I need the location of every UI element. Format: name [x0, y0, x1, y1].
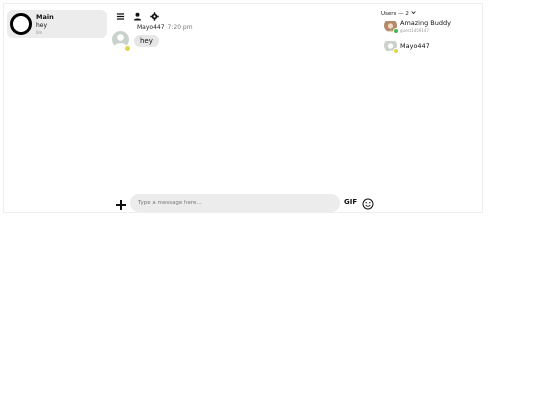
status-dot — [124, 45, 131, 52]
toolbar — [115, 10, 160, 22]
users-header-label: Users — 2 — [381, 10, 409, 17]
user-icon[interactable] — [132, 11, 143, 22]
chat-app: Main hey 0m Mayo447 7:20 pm hey Users — 2 — [3, 3, 483, 213]
users-header[interactable]: Users — 2 — [381, 10, 416, 17]
conversation-time: 0m — [36, 30, 43, 35]
conversation-preview: hey — [36, 22, 48, 29]
status-dot — [393, 28, 399, 34]
gif-button[interactable]: GIF — [344, 198, 357, 206]
status-dot — [393, 48, 399, 54]
message-input[interactable] — [130, 194, 340, 212]
user-list-item[interactable]: Mayo447 — [384, 38, 479, 54]
conversation-title: Main — [36, 13, 54, 21]
user-list-item[interactable]: Amazing Buddy guest1459147 — [384, 18, 479, 34]
message-author[interactable]: Mayo447 — [137, 24, 165, 31]
conversation-item-main[interactable]: Main hey 0m — [7, 10, 107, 38]
conversation-avatar — [10, 13, 32, 35]
emoji-icon[interactable] — [362, 195, 374, 210]
menu-icon[interactable] — [115, 11, 126, 22]
user-name: Mayo447 — [400, 42, 430, 50]
message-header: Mayo447 7:20 pm — [137, 24, 193, 31]
user-name: Amazing Buddy — [400, 19, 451, 27]
message-time: 7:20 pm — [167, 24, 193, 31]
user-subtitle: guest1459147 — [400, 28, 430, 33]
settings-icon[interactable] — [149, 11, 160, 22]
add-attachment-button[interactable] — [115, 196, 127, 210]
message-bubble: hey — [134, 35, 159, 47]
chevron-down-icon — [411, 10, 416, 17]
